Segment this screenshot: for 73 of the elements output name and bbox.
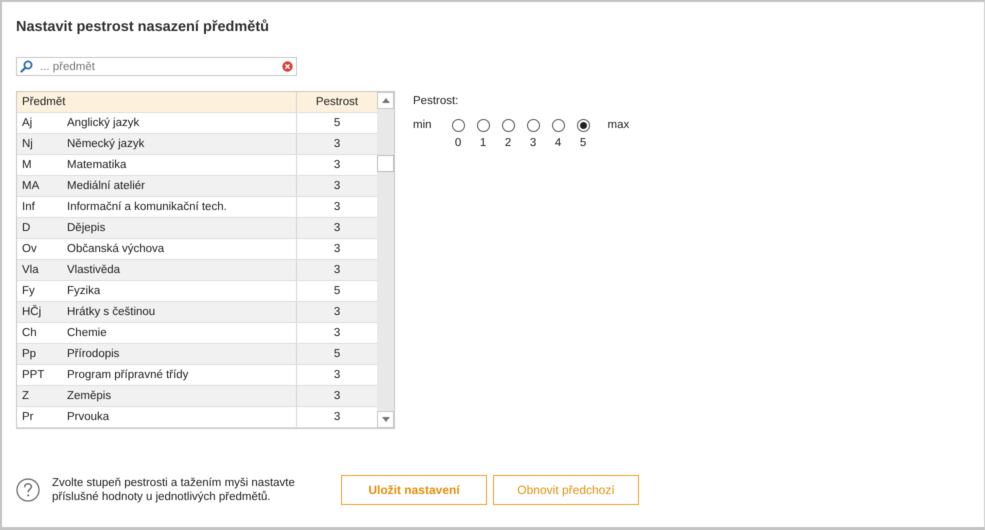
table-cell: 3 <box>334 180 340 192</box>
radio-button[interactable] <box>476 119 490 132</box>
table-cell: Fyzika <box>67 285 100 297</box>
radio-button[interactable] <box>552 119 565 132</box>
table-cell: 3 <box>334 390 340 402</box>
table-cell: Mediální ateliér <box>67 180 145 192</box>
table-cell: Informační a komunikační tech. <box>67 201 227 213</box>
radio-label: 2 <box>504 137 512 149</box>
table-cell: 3 <box>334 327 340 339</box>
table-cell: 3 <box>334 369 340 381</box>
scrollbar[interactable] <box>377 92 394 428</box>
radio-label: 0 <box>454 137 462 149</box>
scroll-up-button[interactable] <box>377 92 394 109</box>
min-label: min <box>413 119 432 132</box>
table-cell: Vla <box>22 264 39 276</box>
table-cell: 3 <box>334 159 340 171</box>
radio-button[interactable] <box>502 119 515 132</box>
table-cell: Hrátky s češtinou <box>67 306 156 318</box>
table-cell: 5 <box>334 285 340 297</box>
search-field[interactable]: ... předmět <box>16 57 297 76</box>
table-cell: 3 <box>334 222 340 234</box>
table-cell: Anglický jazyk <box>67 117 140 129</box>
table-cell: Vlastivěda <box>67 264 120 276</box>
dialog-title: Nastavit pestrost nasazení předmětů <box>16 19 270 37</box>
radio-label: 4 <box>554 137 562 149</box>
table-cell: Aj <box>22 117 32 129</box>
table-cell: 3 <box>334 138 340 150</box>
hint-text: Zvolte stupeň pestrosti a tažením myši nastavte příslušné hodnoty u jednotlivých předmětů. <box>52 476 296 504</box>
table-cell: Ch <box>22 327 37 339</box>
table-cell: 5 <box>334 117 340 129</box>
table-cell: Nj <box>22 138 33 150</box>
table-cell: Dějepis <box>67 222 106 234</box>
scroll-down-button[interactable] <box>377 411 394 428</box>
help-icon <box>16 478 40 502</box>
clear-icon[interactable] <box>282 61 293 72</box>
table-cell: Program přípravné třídy <box>67 369 188 381</box>
table-cell: Zeměpis <box>67 390 112 402</box>
radio-label: 3 <box>530 137 536 149</box>
table-cell: Občanská výchova <box>67 243 164 255</box>
radio-label: 5 <box>580 137 586 149</box>
pestrost-label: Pestrost: <box>413 95 460 109</box>
radio-button[interactable] <box>452 119 465 132</box>
table-cell: Z <box>22 390 30 402</box>
table-cell: D <box>22 222 30 234</box>
table-cell: HČj <box>22 306 42 318</box>
table-cell: M <box>22 159 32 171</box>
radio-button[interactable] <box>526 119 540 132</box>
table-cell: Ov <box>22 243 37 255</box>
radio-label: 1 <box>480 137 486 149</box>
column-header[interactable]: Předmět <box>17 92 297 112</box>
table-cell: Matematika <box>67 159 126 171</box>
table-cell: 3 <box>334 264 340 276</box>
scrollbar-thumb[interactable] <box>377 155 394 172</box>
table-cell: 3 <box>334 306 340 318</box>
table-cell: Přírodopis <box>67 348 120 360</box>
table-cell: 3 <box>334 243 340 255</box>
caret-up-icon <box>382 98 390 103</box>
table-cell: Pp <box>22 348 36 360</box>
table-cell: Pr <box>22 411 34 423</box>
table-cell: Prvouka <box>67 411 110 423</box>
table-cell: PPT <box>22 369 44 381</box>
column-header[interactable]: Pestrost <box>297 92 378 112</box>
table-cell: 3 <box>334 411 340 423</box>
table-cell: Inf <box>22 201 35 213</box>
table-cell: MA <box>22 180 40 192</box>
table-cell: Chemie <box>67 327 107 339</box>
radio-button[interactable] <box>576 119 590 132</box>
table-cell: Německý jazyk <box>67 138 144 150</box>
table-cell: 3 <box>334 201 340 213</box>
max-label: max <box>608 119 630 132</box>
caret-down-icon <box>382 417 390 422</box>
table-cell: 5 <box>334 348 340 360</box>
table-cell: Fy <box>22 285 35 297</box>
